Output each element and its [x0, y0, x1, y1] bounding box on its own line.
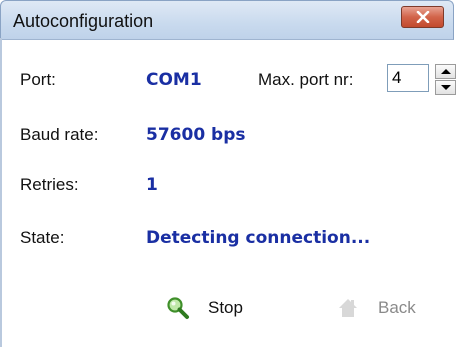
- baud-rate-label: Baud rate:: [20, 125, 99, 144]
- spin-up-button[interactable]: [435, 64, 456, 79]
- arrow-up-icon: [441, 69, 451, 74]
- spin-down-button[interactable]: [435, 80, 456, 95]
- close-icon: [416, 11, 430, 23]
- baud-rate-value: 57600 bps: [146, 125, 246, 145]
- max-port-label: Max. port nr:: [258, 70, 354, 89]
- home-icon: [339, 299, 357, 317]
- state-value: Detecting connection...: [146, 228, 371, 248]
- title-bar: Autoconfiguration: [0, 0, 454, 40]
- arrow-down-icon: [441, 85, 451, 90]
- back-button[interactable]: Back: [330, 290, 440, 326]
- state-label: State:: [20, 228, 65, 247]
- retries-label: Retries:: [20, 175, 79, 194]
- window-left-border: [0, 38, 2, 347]
- retries-value: 1: [146, 175, 158, 195]
- max-port-input[interactable]: [387, 64, 429, 92]
- close-button[interactable]: [401, 6, 444, 28]
- stop-button[interactable]: Stop: [160, 290, 270, 326]
- back-button-label: Back: [378, 298, 416, 317]
- autoconfiguration-window: Autoconfiguration Port: COM1 Max. port n…: [0, 0, 456, 347]
- port-value: COM1: [146, 70, 202, 90]
- stop-button-label: Stop: [208, 298, 243, 317]
- window-title: Autoconfiguration: [13, 11, 154, 31]
- port-label: Port:: [20, 70, 56, 89]
- search-icon: [167, 297, 189, 319]
